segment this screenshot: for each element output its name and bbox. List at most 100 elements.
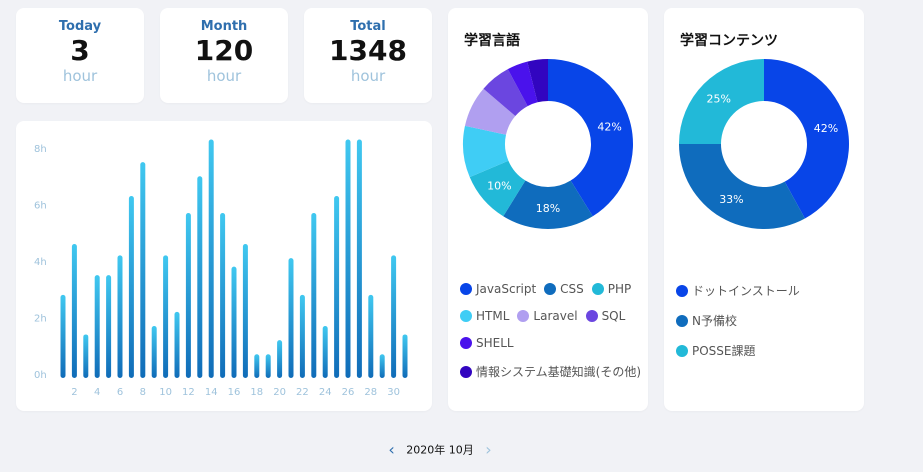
bar (277, 340, 283, 378)
legend-label: HTML (476, 309, 510, 323)
legend-item: SHELL (460, 336, 514, 350)
bar (368, 294, 374, 378)
bar (174, 311, 180, 378)
x-tick-label: 14 (205, 387, 218, 398)
bar (299, 294, 305, 378)
prev-month-icon[interactable]: ‹ (388, 440, 394, 459)
legend-item: N予備校 (676, 312, 854, 329)
x-tick-label: 22 (296, 387, 309, 398)
legend-color-dot (585, 310, 598, 322)
y-tick-label: 6h (34, 201, 47, 212)
stat-card-total: Total 1348 hour (304, 8, 432, 103)
bar (94, 275, 100, 378)
x-tick-label: 24 (319, 387, 332, 398)
bar (402, 334, 408, 378)
x-tick-label: 2 (71, 387, 77, 398)
legend-color-dot (460, 283, 472, 295)
legend-item: ドットインストール (676, 282, 854, 299)
bar (128, 196, 134, 378)
x-tick-label: 28 (364, 387, 377, 398)
stat-label: Total (350, 19, 386, 34)
next-month-icon[interactable]: › (485, 440, 491, 459)
bar (322, 325, 328, 378)
legend-item: SQL (585, 309, 626, 323)
stat-value: 1348 (329, 34, 407, 67)
x-tick-label: 10 (159, 387, 172, 398)
bar (140, 162, 146, 378)
month-pager: ‹ 2020年 10月 › (0, 440, 880, 459)
legend-label: Laravel (533, 309, 578, 323)
bar (311, 212, 317, 378)
legend-label: SQL (601, 309, 626, 323)
slice-percent-label: 33% (719, 193, 743, 206)
legend-item: CSS (544, 282, 584, 296)
bar (231, 266, 237, 378)
legend-color-dot (676, 284, 688, 297)
legend-color-dot (676, 344, 688, 357)
x-tick-label: 26 (342, 387, 355, 398)
slice-percent-label: 18% (536, 202, 560, 215)
bar (117, 255, 123, 378)
legend-item: 情報システム基礎知識(その他) (460, 363, 641, 380)
legend-color-dot (460, 365, 472, 378)
contents-legend: ドットインストール N予備校 POSSE課題 (676, 282, 862, 372)
bar (334, 196, 340, 378)
y-tick-label: 4h (34, 257, 47, 268)
y-tick-label: 2h (34, 314, 47, 325)
current-month-label: 2020年 10月 (406, 443, 474, 457)
bar (208, 139, 214, 378)
pie-slice (679, 144, 805, 229)
bar (185, 212, 191, 378)
languages-legend: JavaScript CSS PHP HTML Laravel SQL SHELL 情報システ… (460, 282, 646, 393)
contents-donut-chart: 42% 33% 25% (679, 59, 849, 229)
bar (106, 275, 112, 378)
legend-item: POSSE課題 (676, 342, 854, 359)
legend-item: HTML (460, 309, 509, 323)
bar (254, 354, 260, 378)
bar (391, 255, 397, 378)
legend-label: SHELL (476, 336, 514, 350)
bar (83, 334, 89, 378)
x-tick-label: 30 (387, 387, 400, 398)
bar (71, 244, 77, 378)
legend-color-dot (460, 310, 472, 322)
x-tick-label: 4 (94, 387, 100, 398)
languages-donut-card: 学習言語 42% 18% 10% JavaScript CSS PHP HTML Larav… (448, 8, 648, 411)
legend-label: JavaScript (476, 282, 537, 296)
bar (197, 176, 203, 378)
bar (288, 258, 294, 378)
slice-percent-label: 42% (597, 120, 621, 133)
bar (163, 255, 169, 378)
bar (345, 139, 351, 378)
bar (379, 354, 385, 378)
x-tick-label: 12 (182, 387, 195, 398)
legend-color-dot (517, 310, 530, 322)
legend-label: CSS (560, 282, 584, 296)
bar (151, 325, 157, 378)
bar (220, 212, 226, 378)
stat-unit: hour (62, 67, 98, 85)
legend-item: JavaScript (460, 282, 536, 296)
daily-hours-chart-card: 0h 2h 4h 6h 8h 2 4 6 8 10 12 14 16 18 20 22 24 26 28 30 (16, 121, 432, 411)
slice-percent-label: 42% (814, 122, 838, 135)
legend-color-dot (591, 283, 604, 295)
bar (265, 354, 271, 378)
bar (356, 139, 362, 378)
legend-color-dot (676, 314, 688, 327)
legend-label: 情報システム基礎知識(その他) (476, 365, 642, 379)
x-tick-label: 6 (117, 387, 123, 398)
slice-percent-label: 10% (487, 180, 511, 193)
legend-label: N予備校 (692, 314, 737, 328)
legend-label: POSSE課題 (692, 344, 756, 358)
stat-unit: hour (350, 67, 386, 85)
stat-value: 3 (70, 34, 90, 67)
bar (242, 244, 248, 378)
stat-card-today: Today 3 hour (16, 8, 144, 103)
stat-unit: hour (206, 67, 242, 85)
slice-percent-label: 25% (707, 93, 731, 106)
stat-card-month: Month 120 hour (160, 8, 288, 103)
stat-label: Today (58, 19, 102, 34)
bar (60, 294, 66, 378)
legend-item: PHP (591, 282, 631, 296)
daily-hours-bar-chart: 0h2h4h6h8h 2 4 6 8 10 12 14 16 18 20 22 24 26 28 30 (34, 139, 408, 398)
